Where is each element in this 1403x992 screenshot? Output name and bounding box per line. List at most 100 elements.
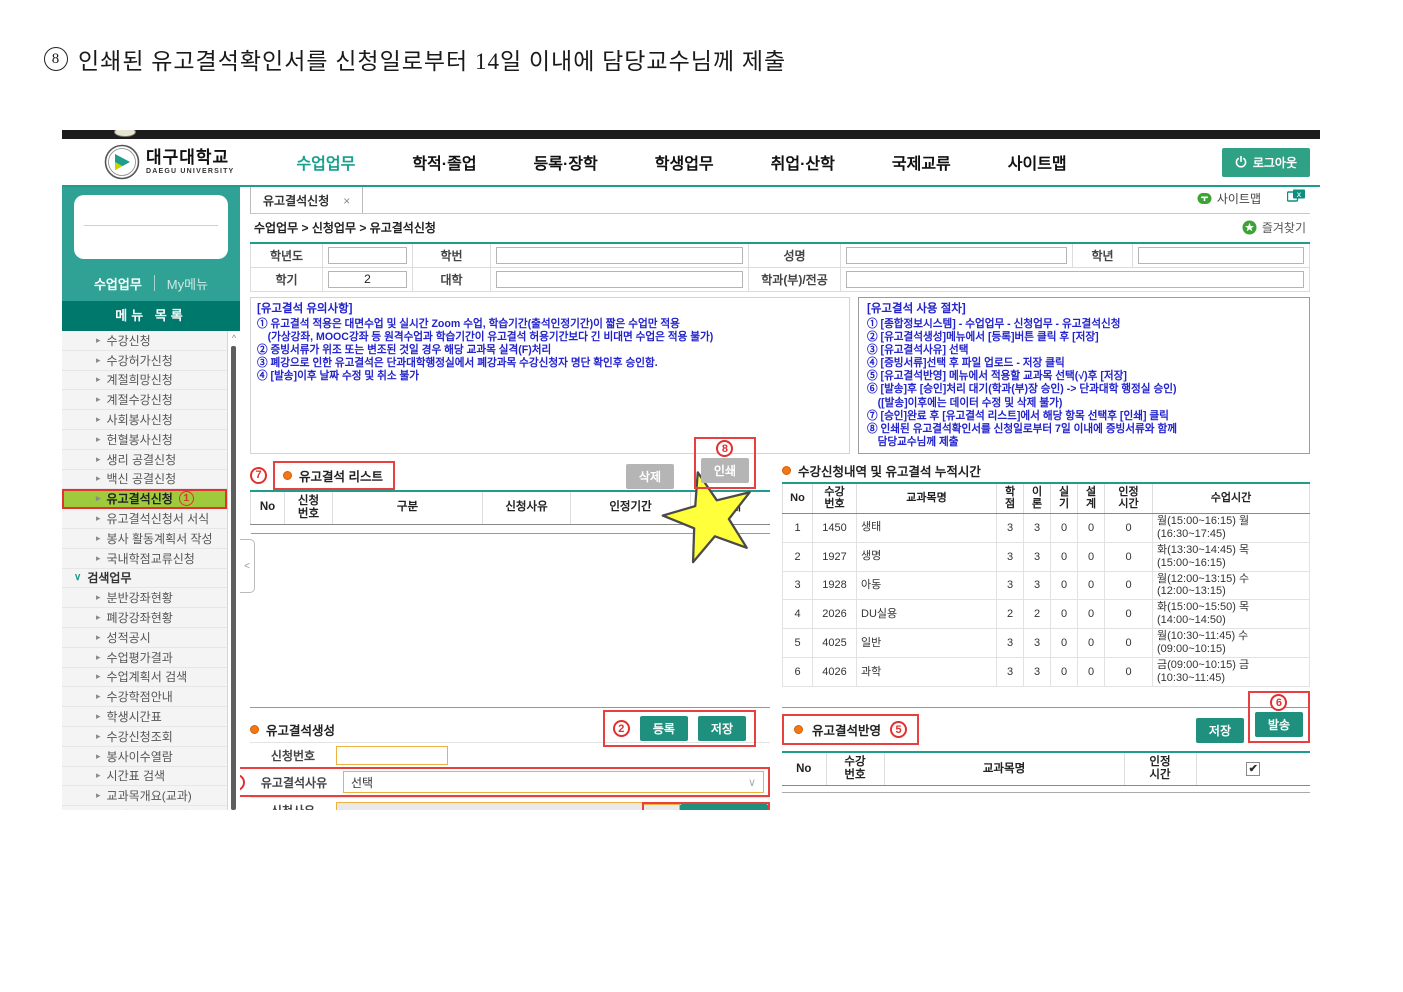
menu-item-label: 수업평가결과	[107, 649, 173, 666]
grade-input[interactable]	[1138, 247, 1304, 264]
sidebar-menu-item[interactable]: ▸ 사회봉사신청	[62, 410, 227, 430]
dept-input[interactable]	[846, 271, 1304, 288]
sidebar-menu-item[interactable]: ▸ 수강학점안내	[62, 687, 227, 707]
favorite-link[interactable]: 즐겨찾기	[1242, 219, 1306, 236]
menu-arrow-icon: ▸	[96, 335, 101, 346]
sidebar-menu-item[interactable]: ▸ 유고결석신청 1	[62, 489, 227, 509]
menu-arrow-icon: ▸	[96, 751, 101, 762]
scrollbar-thumb[interactable]	[231, 346, 236, 810]
cell-recognized-hours: 0	[1105, 629, 1153, 658]
menu-arrow-icon: ▸	[96, 612, 101, 623]
sidebar-menu-item[interactable]: ▸ 수강허가신청	[62, 351, 227, 371]
nav-item[interactable]: 수업업무	[296, 150, 355, 174]
university-logo[interactable]: 대구대학교 DAEGU UNIVERSITY	[146, 149, 234, 175]
sidebar-menu-item[interactable]: ▸ 수강신청조회	[62, 727, 227, 747]
nav-item[interactable]: 사이트맵	[1008, 150, 1067, 174]
nav-item[interactable]: 학적·졸업	[412, 150, 476, 174]
university-name-en: DAEGU UNIVERSITY	[146, 168, 234, 175]
logout-button[interactable]: 로그아웃	[1222, 148, 1310, 177]
sidebar-menu-item[interactable]: ▸ 유고결석신청서 서식	[62, 509, 227, 529]
reflection-title: 유고결석반영	[812, 720, 881, 739]
term-input[interactable]: 2	[328, 271, 407, 288]
tab-close-icon[interactable]: ×	[343, 194, 350, 208]
sidebar-menu-item[interactable]: ▸ 성적공시	[62, 628, 227, 648]
cell-no: 6	[783, 658, 813, 687]
select-all-checkbox[interactable]: ✔	[1246, 762, 1260, 776]
sidebar-menu-item[interactable]: ▸ 수강신청	[62, 331, 227, 351]
sidebar-tab-mymenu[interactable]: My메뉴	[167, 274, 208, 293]
annotation-6: 6	[1270, 694, 1287, 711]
student-id-input[interactable]	[496, 247, 743, 264]
sidebar-menu-item[interactable]: ▸ 백신 공결신청	[62, 470, 227, 490]
menu-arrow-icon: ▸	[96, 652, 101, 663]
reflection-save-button[interactable]: 저장	[1196, 718, 1244, 743]
sidebar-menu-item[interactable]: ▸ 학생시간표	[62, 707, 227, 727]
name-input[interactable]	[846, 247, 1067, 264]
menu-item-label: 교과목개요(교직)	[107, 807, 192, 810]
college-input[interactable]	[496, 271, 743, 288]
save-button[interactable]: 저장	[698, 716, 746, 741]
sidebar-menu-item[interactable]: ▸ 계절수강신청	[62, 390, 227, 410]
menu-item-label: 유고결석신청	[107, 490, 173, 507]
sidebar-menu-item[interactable]: ▸ 수업계획서 검색	[62, 668, 227, 688]
sidebar-menu-item[interactable]: ▸ 국내학점교류신청	[62, 549, 227, 569]
menu-item-label: 유고결석신청서 서식	[107, 510, 210, 527]
sidebar-tab-lecture[interactable]: 수업업무	[94, 274, 142, 293]
sidebar-menu-item[interactable]: ▸ 봉사이수열람	[62, 747, 227, 767]
cell-course-no: 1927	[813, 542, 857, 571]
cell-practice: 0	[1051, 571, 1078, 600]
enrollment-row: 2 1927 생명 3 3 0 0 0 화(13:30~14:45) 목(15:	[783, 542, 1310, 571]
sitemap-label: 사이트맵	[1217, 190, 1261, 207]
cell-credit: 3	[997, 629, 1024, 658]
sidebar-scrollbar[interactable]: ^	[227, 331, 240, 810]
close-all-windows-icon[interactable]: x	[1287, 189, 1306, 207]
cell-credit: 3	[997, 571, 1024, 600]
enrollment-table-header: 수업시간	[1153, 483, 1310, 513]
sidebar-menu-item[interactable]: ▸ 생리 공결신청	[62, 450, 227, 470]
breadcrumb-row: 수업업무 > 신청업무 > 유고결석신청 즐겨찾기	[250, 214, 1310, 240]
cell-theory: 3	[1024, 571, 1051, 600]
menu-arrow-icon: ▸	[96, 671, 101, 682]
enrollment-table-header: 교과목명	[857, 483, 997, 513]
scroll-up-icon[interactable]: ^	[228, 331, 240, 344]
cell-class-time: 월(12:00~13:15) 수(12:00~13:15)	[1153, 571, 1310, 600]
sidebar-menu-item[interactable]: ▸ 교과목개요(교직)	[62, 806, 227, 810]
cell-course-name: 생명	[857, 542, 997, 571]
register-button[interactable]: 등록	[640, 716, 688, 741]
detail-reason-row: 신청사유 4 증빙서류	[250, 797, 770, 810]
nav-item[interactable]: 학생업무	[655, 150, 714, 174]
menu-wrap: ▸ 수강신청 ▸ 수강허가신청	[62, 331, 240, 810]
notice-line: ⑥ [발송]후 [승인]처리 대기(학과(부)장 승인) -> 단과대학 행정실…	[867, 383, 1301, 396]
sidebar-menu-item[interactable]: ▸ 폐강강좌현황	[62, 608, 227, 628]
cell-credit: 3	[997, 658, 1024, 687]
menu-arrow-icon: ▸	[96, 770, 101, 781]
sidebar-menu-item[interactable]: ▸ 교과목개요(교과)	[62, 786, 227, 806]
absence-reason-select[interactable]: 선택 ∨	[343, 771, 764, 793]
evidence-button[interactable]: 증빙서류	[680, 804, 768, 810]
sidebar-menu-item[interactable]: ▸ 시간표 검색	[62, 767, 227, 787]
sidebar-menu-item[interactable]: ▸ 수업평가결과	[62, 648, 227, 668]
print-button[interactable]: 인쇄	[701, 458, 749, 483]
cell-practice: 0	[1051, 629, 1078, 658]
cell-course-name: 일반	[857, 629, 997, 658]
year-input[interactable]	[328, 247, 407, 264]
nav-item[interactable]: 취업·산학	[771, 150, 835, 174]
sidebar-menu-item[interactable]: ▸ 봉사 활동계획서 작성	[62, 529, 227, 549]
name-label: 성명	[749, 243, 841, 267]
enrollment-row: 6 4026 과학 3 3 0 0 0 금(09:00~10:15) 금(10:	[783, 658, 1310, 687]
sidebar-collapse-handle[interactable]: <	[240, 539, 255, 593]
application-number-input[interactable]	[336, 746, 448, 765]
send-button[interactable]: 발송	[1255, 712, 1303, 737]
sidebar-menu-item[interactable]: ▸ 계절희망신청	[62, 371, 227, 391]
app-window: 대구대학교 DAEGU UNIVERSITY 수업업무 학적·졸업 등록·장학 학생업…	[62, 130, 1320, 812]
sitemap-link[interactable]: 사이트맵	[1197, 190, 1261, 207]
nav-item[interactable]: 국제교류	[892, 150, 951, 174]
nav-item[interactable]: 등록·장학	[534, 150, 598, 174]
power-icon	[1235, 156, 1247, 168]
detail-reason-textarea[interactable]	[336, 802, 646, 810]
sidebar-menu-item[interactable]: ∨ 검색업무	[62, 569, 227, 589]
tab-absence-application[interactable]: 유고결석신청 ×	[250, 187, 363, 213]
sidebar-menu-item[interactable]: ▸ 분반강좌현황	[62, 588, 227, 608]
grade-label: 학년	[1073, 243, 1133, 267]
sidebar-menu-item[interactable]: ▸ 헌혈봉사신청	[62, 430, 227, 450]
